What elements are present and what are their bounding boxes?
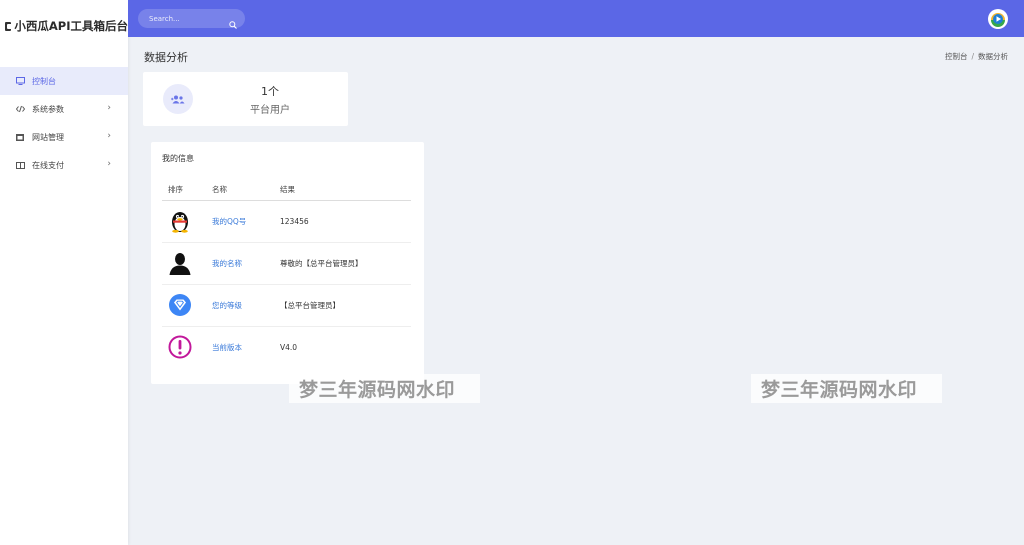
row-name: 当前版本 [212, 342, 242, 352]
search-input[interactable] [149, 14, 225, 23]
row-name: 我的名称 [212, 242, 280, 285]
sidebar-item-site-manage[interactable]: 网站管理 › [0, 123, 128, 151]
search-icon[interactable] [229, 14, 237, 33]
sidebar-item-system-params[interactable]: 系统参数 › [0, 95, 128, 123]
sidebar-item-label: 控制台 [32, 76, 56, 86]
breadcrumb-separator: / [971, 52, 974, 61]
sidebar: 小西瓜API工具箱后台 控制台 系统参数 › 网站管理 › 在线支付 › [0, 0, 128, 545]
watermark: 梦三年源码网水印 [751, 374, 942, 403]
brand[interactable]: 小西瓜API工具箱后台 [0, 0, 128, 52]
sidebar-item-online-pay[interactable]: 在线支付 › [0, 151, 128, 179]
sidebar-item-label: 网站管理 [32, 132, 64, 142]
table-row: 当前版本 V4.0 [162, 326, 411, 368]
topbar [128, 0, 1024, 37]
exclamation-circle-icon [168, 335, 212, 359]
users-icon [163, 84, 193, 114]
row-value: 尊敬的【总平台管理员】 [280, 242, 411, 285]
qq-penguin-icon [168, 209, 212, 233]
row-name: 您的等级 [212, 284, 280, 327]
my-info-card: 我的信息 排序 名称 结果 我的QQ号 123456 我的名称 尊敬的【总平台管… [151, 142, 424, 384]
person-silhouette-icon [168, 251, 212, 275]
search-box [138, 9, 245, 29]
page-title: 数据分析 [144, 51, 188, 64]
column-header-result: 结果 [280, 179, 411, 201]
breadcrumb-current: 数据分析 [978, 52, 1008, 61]
sidebar-item-label: 在线支付 [32, 160, 64, 170]
sidebar-item-dashboard[interactable]: 控制台 [0, 67, 128, 95]
watermark: 梦三年源码网水印 [289, 374, 480, 403]
row-value: V4.0 [280, 342, 298, 352]
chevron-right-icon: › [107, 159, 111, 169]
breadcrumb: 控制台 / 数据分析 [945, 51, 1008, 62]
chevron-right-icon: › [107, 103, 111, 113]
book-icon [15, 161, 25, 169]
stat-card-users: 1个 平台用户 [143, 72, 348, 126]
row-name: 我的QQ号 [212, 200, 280, 243]
column-header-seq: 排序 [162, 179, 212, 201]
table-row: 您的等级 【总平台管理员】 [162, 284, 411, 327]
chevron-right-icon: › [107, 131, 111, 141]
table-row: 我的名称 尊敬的【总平台管理员】 [162, 242, 411, 285]
row-value: 123456 [280, 200, 411, 243]
window-icon [15, 133, 25, 141]
sidebar-nav: 控制台 系统参数 › 网站管理 › 在线支付 › [0, 67, 128, 179]
square-logo-icon [5, 21, 13, 31]
avatar[interactable] [988, 9, 1008, 29]
breadcrumb-home[interactable]: 控制台 [945, 52, 968, 61]
monitor-icon [15, 77, 25, 85]
info-table: 排序 名称 结果 我的QQ号 123456 我的名称 尊敬的【总平台管理员】 您… [162, 179, 411, 368]
vip-diamond-icon [168, 293, 212, 317]
table-header-row: 排序 名称 结果 [162, 179, 411, 201]
brand-title: 小西瓜API工具箱后台 [14, 19, 128, 33]
stat-value: 1个 [261, 85, 279, 98]
card-title: 我的信息 [162, 154, 194, 163]
table-row: 我的QQ号 123456 [162, 200, 411, 243]
column-header-name: 名称 [212, 179, 280, 201]
code-icon [15, 105, 25, 113]
row-value: 【总平台管理员】 [280, 284, 411, 327]
sidebar-item-label: 系统参数 [32, 104, 64, 114]
stat-label: 平台用户 [250, 105, 290, 116]
